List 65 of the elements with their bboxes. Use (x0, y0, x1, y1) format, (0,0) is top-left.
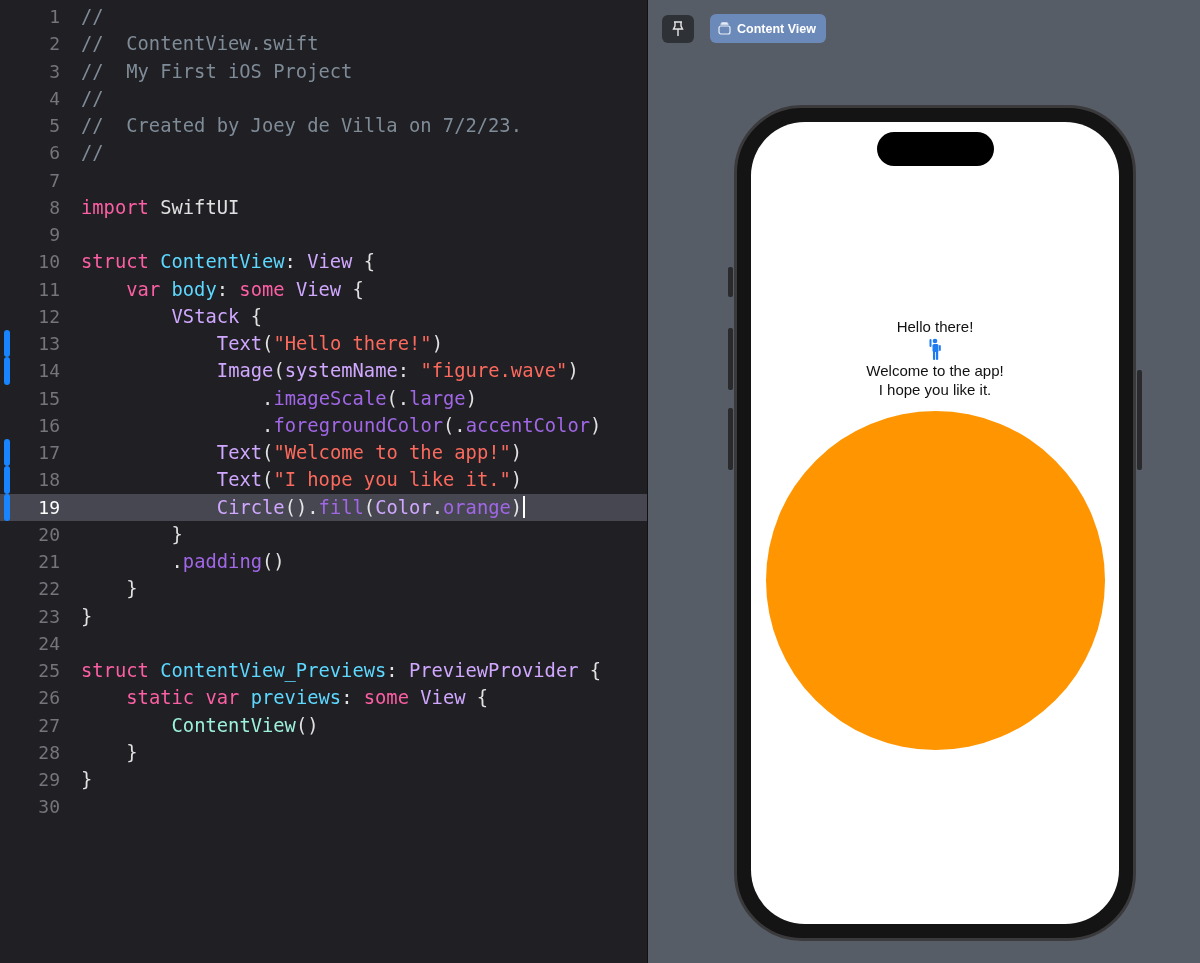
pin-icon (672, 20, 684, 37)
text-cursor (523, 496, 526, 519)
line-number: 24 (37, 632, 60, 654)
line-number: 11 (37, 278, 60, 300)
preview-text: I hope you like it. (878, 380, 992, 399)
line-number: 26 (37, 687, 60, 709)
code-line: static var previews: some View { (126, 687, 489, 709)
line-number: 29 (37, 769, 60, 791)
preview-tab[interactable]: Content View (710, 14, 826, 43)
code-line: // (81, 6, 104, 28)
line-number: 1 (48, 6, 60, 28)
code-line: } (81, 605, 93, 627)
waving-figure-icon (929, 338, 941, 360)
line-number: 8 (48, 196, 60, 218)
code-line: } (81, 769, 93, 791)
code-line: } (126, 578, 138, 600)
code-line: struct ContentView: View { (81, 251, 376, 273)
preview-text: Hello there! (896, 317, 974, 336)
code-line: Circle().fill(Color.orange) (216, 496, 523, 518)
code-line: Image(systemName: "figure.wave") (216, 360, 579, 382)
line-number: 9 (48, 224, 60, 246)
line-number: 16 (37, 414, 60, 436)
line-number: 17 (37, 442, 60, 464)
line-number: 10 (37, 251, 60, 273)
code-line: .foregroundColor(.accentColor) (262, 414, 602, 436)
line-number: 4 (48, 87, 60, 109)
code-line: import SwiftUI (81, 196, 240, 218)
line-number: 7 (48, 169, 60, 191)
code-line: .padding() (171, 551, 285, 573)
code-line: Text("Welcome to the app!") (216, 442, 523, 464)
line-number: 12 (37, 305, 60, 327)
line-number: 14 (37, 360, 60, 382)
line-number: 21 (37, 551, 60, 573)
line-number: 2 (48, 33, 60, 55)
line-number: 23 (37, 605, 60, 627)
code-line: } (171, 523, 183, 545)
line-number: 20 (37, 523, 60, 545)
line-number: 3 (48, 60, 60, 82)
code-line: ContentView() (171, 714, 319, 736)
code-line: // My First iOS Project (81, 60, 353, 82)
code-line: // (81, 142, 104, 164)
line-number: 30 (37, 796, 60, 818)
line-number: 6 (48, 142, 60, 164)
code-line: .imageScale(.large) (262, 387, 477, 409)
pin-button[interactable] (662, 14, 694, 43)
code-line: var body: some View { (126, 278, 364, 300)
line-number: 5 (48, 115, 60, 137)
code-line: Text("I hope you like it.") (216, 469, 523, 491)
line-number: 19 (37, 496, 60, 518)
code-line: VStack { (171, 305, 262, 327)
line-number: 27 (37, 714, 60, 736)
code-line: // (81, 87, 104, 109)
preview-text: Welcome to the app! (866, 361, 1004, 380)
window-stack-icon (718, 22, 731, 35)
code-line: // Created by Joey de Villa on 7/2/23. (81, 115, 522, 137)
code-line: // ContentView.swift (81, 33, 319, 55)
line-number: 28 (37, 741, 60, 763)
line-number: 15 (37, 387, 60, 409)
code-line: } (126, 741, 138, 763)
line-number: 25 (37, 660, 60, 682)
line-number: 22 (37, 578, 60, 600)
line-number: 18 (37, 469, 60, 491)
code-line: struct ContentView_Previews: PreviewProvider { (81, 660, 602, 682)
line-number: 13 (37, 333, 60, 355)
code-line: Text("Hello there!") (216, 333, 443, 355)
